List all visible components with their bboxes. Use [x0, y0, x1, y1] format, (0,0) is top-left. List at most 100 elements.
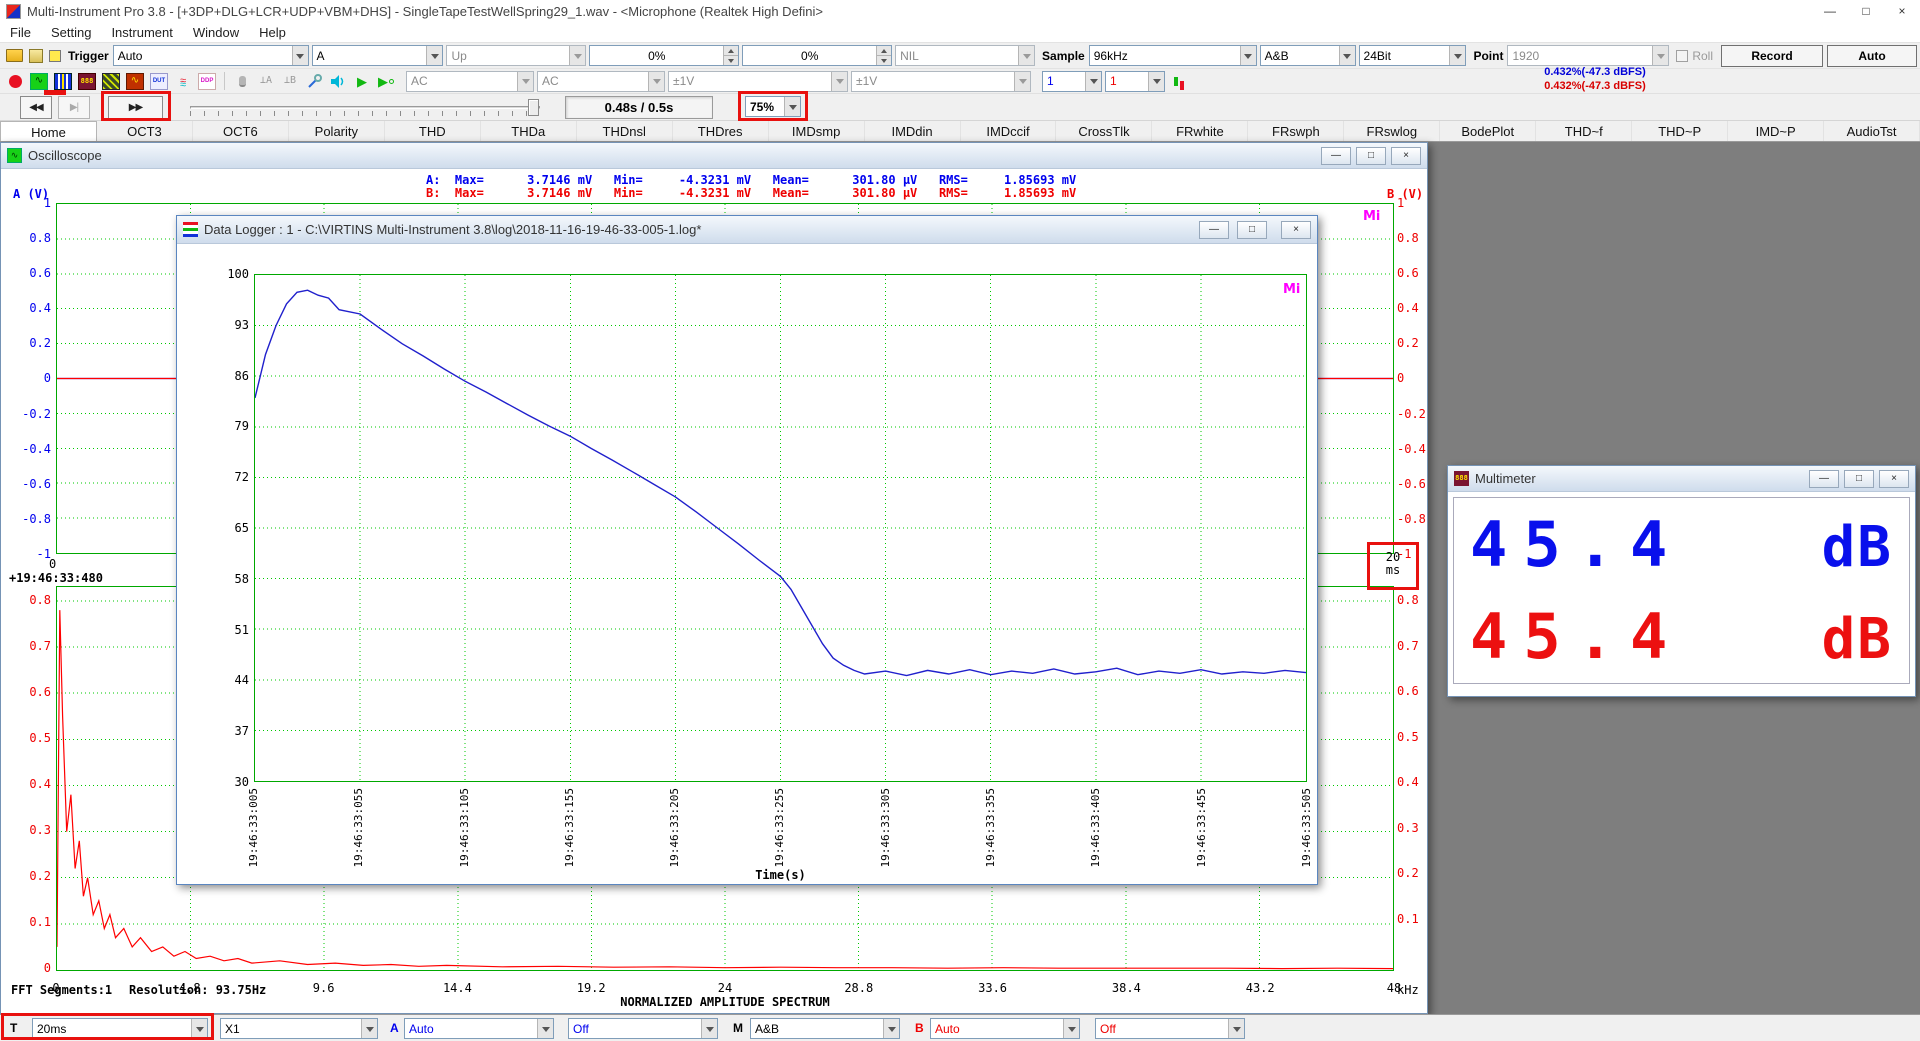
- panel-tab[interactable]: FRwhite: [1152, 121, 1248, 141]
- probe-b-select[interactable]: 1: [1105, 71, 1165, 92]
- chevron-down-icon[interactable]: [1085, 72, 1101, 91]
- fast-forward-button[interactable]: ▶▶: [108, 96, 163, 119]
- math-mode-select[interactable]: A&B: [750, 1018, 900, 1039]
- panel-tab[interactable]: AudioTst: [1824, 121, 1920, 141]
- ground-b-icon[interactable]: ⊥B: [281, 73, 299, 90]
- panel-tab[interactable]: IMDsmp: [769, 121, 865, 141]
- spinner-arrows-icon[interactable]: [723, 46, 738, 65]
- rewind-button[interactable]: ◀◀: [20, 96, 52, 119]
- close-button[interactable]: ×: [1879, 470, 1909, 488]
- play-icon[interactable]: ▶: [353, 73, 371, 90]
- probe-a-select[interactable]: 1: [1042, 71, 1102, 92]
- panel-tab[interactable]: THD~f: [1536, 121, 1632, 141]
- chevron-down-icon[interactable]: [292, 46, 308, 65]
- panel-tab[interactable]: OCT6: [193, 121, 289, 141]
- magnify-select[interactable]: X1: [220, 1018, 378, 1039]
- panel-tab[interactable]: FRswlog: [1344, 121, 1440, 141]
- multimeter-title-bar[interactable]: 888 Multimeter — □ ×: [1448, 466, 1915, 492]
- chevron-down-icon[interactable]: [537, 1019, 553, 1038]
- panel-tab[interactable]: THDa: [481, 121, 577, 141]
- trigger-level-spinner[interactable]: 0%: [589, 45, 739, 66]
- position-slider-track[interactable]: [190, 106, 540, 109]
- panel-tab[interactable]: BodePlot: [1440, 121, 1536, 141]
- chevron-down-icon[interactable]: [426, 46, 442, 65]
- chevron-down-icon[interactable]: [1240, 46, 1256, 65]
- save-file-icon[interactable]: [29, 49, 43, 63]
- panel-tab[interactable]: IMDccif: [961, 121, 1057, 141]
- trigger-hpf-select[interactable]: NIL: [895, 45, 1035, 66]
- chevron-down-icon[interactable]: [1148, 72, 1164, 91]
- oscilloscope-title-bar[interactable]: ∿ Oscilloscope — □ ×: [1, 143, 1427, 169]
- panel-tab[interactable]: CrossTlk: [1056, 121, 1152, 141]
- chevron-down-icon[interactable]: [1063, 1019, 1079, 1038]
- checkbox-icon[interactable]: [1676, 50, 1688, 62]
- menu-item[interactable]: Setting: [41, 24, 101, 41]
- minimize-button[interactable]: —: [1809, 470, 1839, 488]
- play-loop-icon[interactable]: ▶: [377, 73, 395, 90]
- multimeter-icon[interactable]: 888: [78, 73, 96, 90]
- spectrum-analyzer-icon[interactable]: [54, 73, 72, 90]
- position-slider-thumb[interactable]: [528, 99, 539, 116]
- chevron-down-icon[interactable]: [1339, 46, 1355, 65]
- coupling-b-select[interactable]: AC: [537, 71, 665, 92]
- spinner-arrows-icon[interactable]: [876, 46, 891, 65]
- range-b-select[interactable]: ±1V: [851, 71, 1031, 92]
- chevron-down-icon[interactable]: [701, 1019, 717, 1038]
- auto-button[interactable]: Auto: [1827, 45, 1917, 67]
- ground-a-icon[interactable]: ⊥A: [257, 73, 275, 90]
- menu-item[interactable]: Help: [249, 24, 296, 41]
- restore-button[interactable]: □: [1844, 470, 1874, 488]
- close-button[interactable]: ×: [1391, 147, 1421, 165]
- panel-tab[interactable]: Polarity: [289, 121, 385, 141]
- minimize-button[interactable]: —: [1321, 147, 1351, 165]
- trigger-mode-select[interactable]: Auto: [113, 45, 309, 66]
- ddp-viewer-icon[interactable]: DDP: [198, 73, 216, 90]
- derived-data-point-icon[interactable]: ≈: [174, 73, 192, 90]
- data-logger-title-bar[interactable]: Data Logger : 1 - C:\VIRTINS Multi-Instr…: [177, 216, 1317, 244]
- chevron-down-icon[interactable]: [1228, 1019, 1244, 1038]
- roll-checkbox[interactable]: Roll: [1676, 49, 1713, 63]
- chevron-down-icon[interactable]: [883, 1019, 899, 1038]
- menu-item[interactable]: Instrument: [101, 24, 182, 41]
- panel-tab[interactable]: FRswph: [1248, 121, 1344, 141]
- sample-bits-select[interactable]: 24Bit: [1359, 45, 1467, 66]
- device-test-plan-icon[interactable]: DUT: [150, 73, 168, 90]
- panel-tab[interactable]: THDnsl: [577, 121, 673, 141]
- range-a-select[interactable]: ±1V: [668, 71, 848, 92]
- sound-output-icon[interactable]: [329, 73, 347, 90]
- record-button[interactable]: Record: [1721, 45, 1823, 67]
- channel-b-range-select[interactable]: Auto: [930, 1018, 1080, 1039]
- close-button[interactable]: ×: [1884, 0, 1920, 22]
- zoom-select[interactable]: 75%: [745, 96, 801, 117]
- chevron-down-icon[interactable]: [191, 1019, 207, 1038]
- panel-tab[interactable]: THDres: [673, 121, 769, 141]
- panel-tab[interactable]: IMDdin: [865, 121, 961, 141]
- chevron-down-icon[interactable]: [1449, 46, 1465, 65]
- record-stop-icon[interactable]: [6, 73, 24, 90]
- close-button[interactable]: ×: [1281, 221, 1311, 239]
- spectrum-3d-plot-icon[interactable]: [102, 73, 120, 90]
- oscilloscope-icon[interactable]: ∿: [30, 73, 48, 90]
- panel-tab[interactable]: Home: [0, 121, 97, 141]
- maximize-button[interactable]: □: [1848, 0, 1884, 22]
- probe-calibration-icon[interactable]: [305, 73, 323, 90]
- minimize-button[interactable]: —: [1812, 0, 1848, 22]
- maximize-button[interactable]: □: [1237, 221, 1267, 239]
- timebase-select[interactable]: 20ms: [32, 1018, 208, 1039]
- restore-button[interactable]: □: [1356, 147, 1386, 165]
- panel-tab[interactable]: IMD~P: [1728, 121, 1824, 141]
- microphone-icon[interactable]: [233, 73, 251, 90]
- open-file-icon[interactable]: [6, 49, 23, 62]
- coupling-a-select[interactable]: AC: [406, 71, 534, 92]
- step-button[interactable]: ▶|: [58, 96, 90, 119]
- channel-a-range-select[interactable]: Auto: [404, 1018, 554, 1039]
- menu-item[interactable]: File: [0, 24, 41, 41]
- minimize-button[interactable]: —: [1199, 221, 1229, 239]
- panel-tab[interactable]: THD~P: [1632, 121, 1728, 141]
- trigger-delay-spinner[interactable]: 0%: [742, 45, 892, 66]
- channel-b-filter-select[interactable]: Off: [1095, 1018, 1245, 1039]
- signal-generator-icon[interactable]: ∿: [126, 73, 144, 90]
- channel-a-filter-select[interactable]: Off: [568, 1018, 718, 1039]
- sample-channels-select[interactable]: A&B: [1260, 45, 1356, 66]
- trigger-source-select[interactable]: A: [312, 45, 444, 66]
